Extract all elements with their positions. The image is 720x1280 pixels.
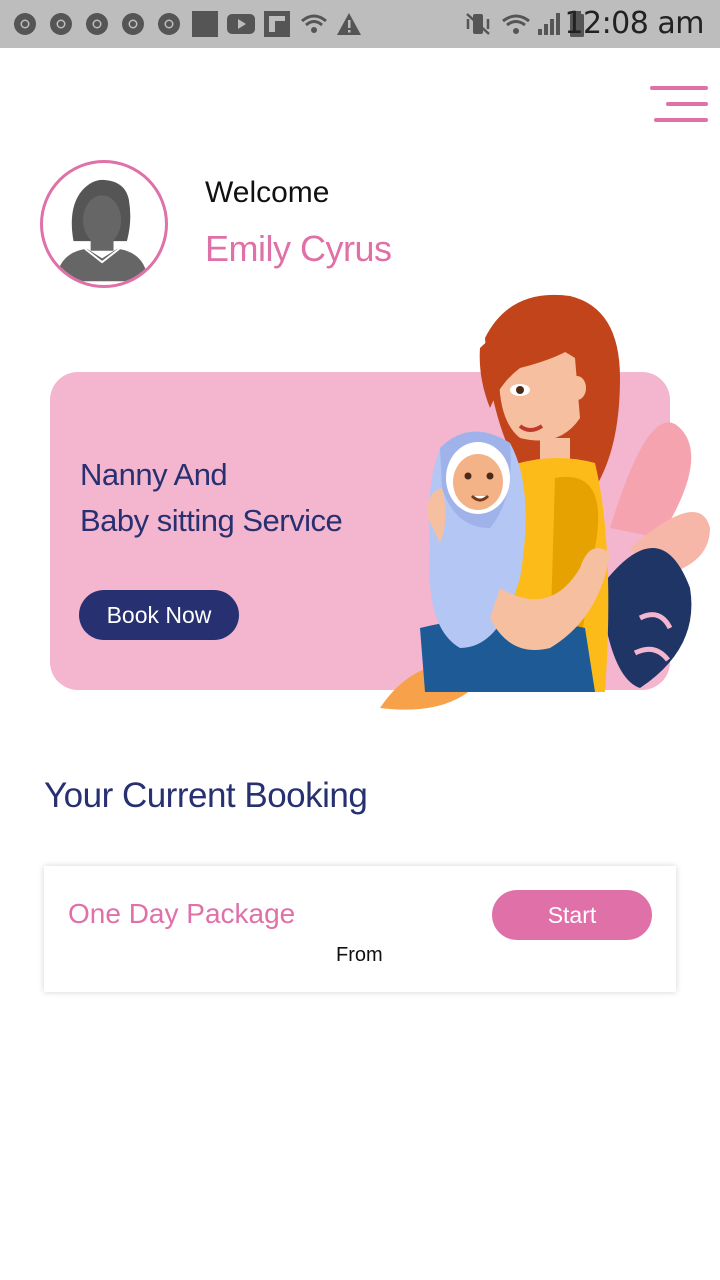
chrome-icon — [158, 13, 180, 35]
banner-title: Nanny And Baby sitting Service — [80, 452, 343, 544]
vibrate-icon — [466, 13, 490, 35]
wifi-icon — [502, 14, 530, 34]
wifi-icon — [301, 14, 327, 33]
welcome-label: Welcome — [205, 176, 330, 209]
booking-card[interactable]: One Day Package From Start — [44, 866, 676, 992]
chrome-icon — [50, 13, 72, 35]
status-time: 12:08 am — [564, 6, 704, 41]
chrome-icon — [14, 13, 36, 35]
book-now-button[interactable]: Book Now — [79, 590, 239, 640]
current-booking-title: Your Current Booking — [44, 776, 368, 815]
chrome-icon — [86, 13, 108, 35]
avatar[interactable] — [40, 160, 168, 288]
mother-baby-illustration — [380, 294, 710, 710]
signal-icon — [538, 13, 560, 35]
banner-title-line2: Baby sitting Service — [80, 503, 343, 538]
package-from-label: From — [336, 944, 383, 966]
chrome-icon — [122, 13, 144, 35]
square-icon — [192, 11, 218, 37]
start-button[interactable]: Start — [492, 890, 652, 940]
flipboard-icon — [264, 11, 290, 37]
status-bar: 12:08 am — [0, 0, 720, 48]
warning-icon — [337, 13, 361, 35]
banner-title-line1: Nanny And — [80, 457, 228, 492]
user-silhouette-icon — [56, 179, 148, 282]
hamburger-menu-icon[interactable] — [650, 86, 708, 126]
youtube-icon — [227, 14, 255, 34]
package-name: One Day Package — [68, 898, 296, 929]
user-name: Emily Cyrus — [205, 228, 392, 269]
